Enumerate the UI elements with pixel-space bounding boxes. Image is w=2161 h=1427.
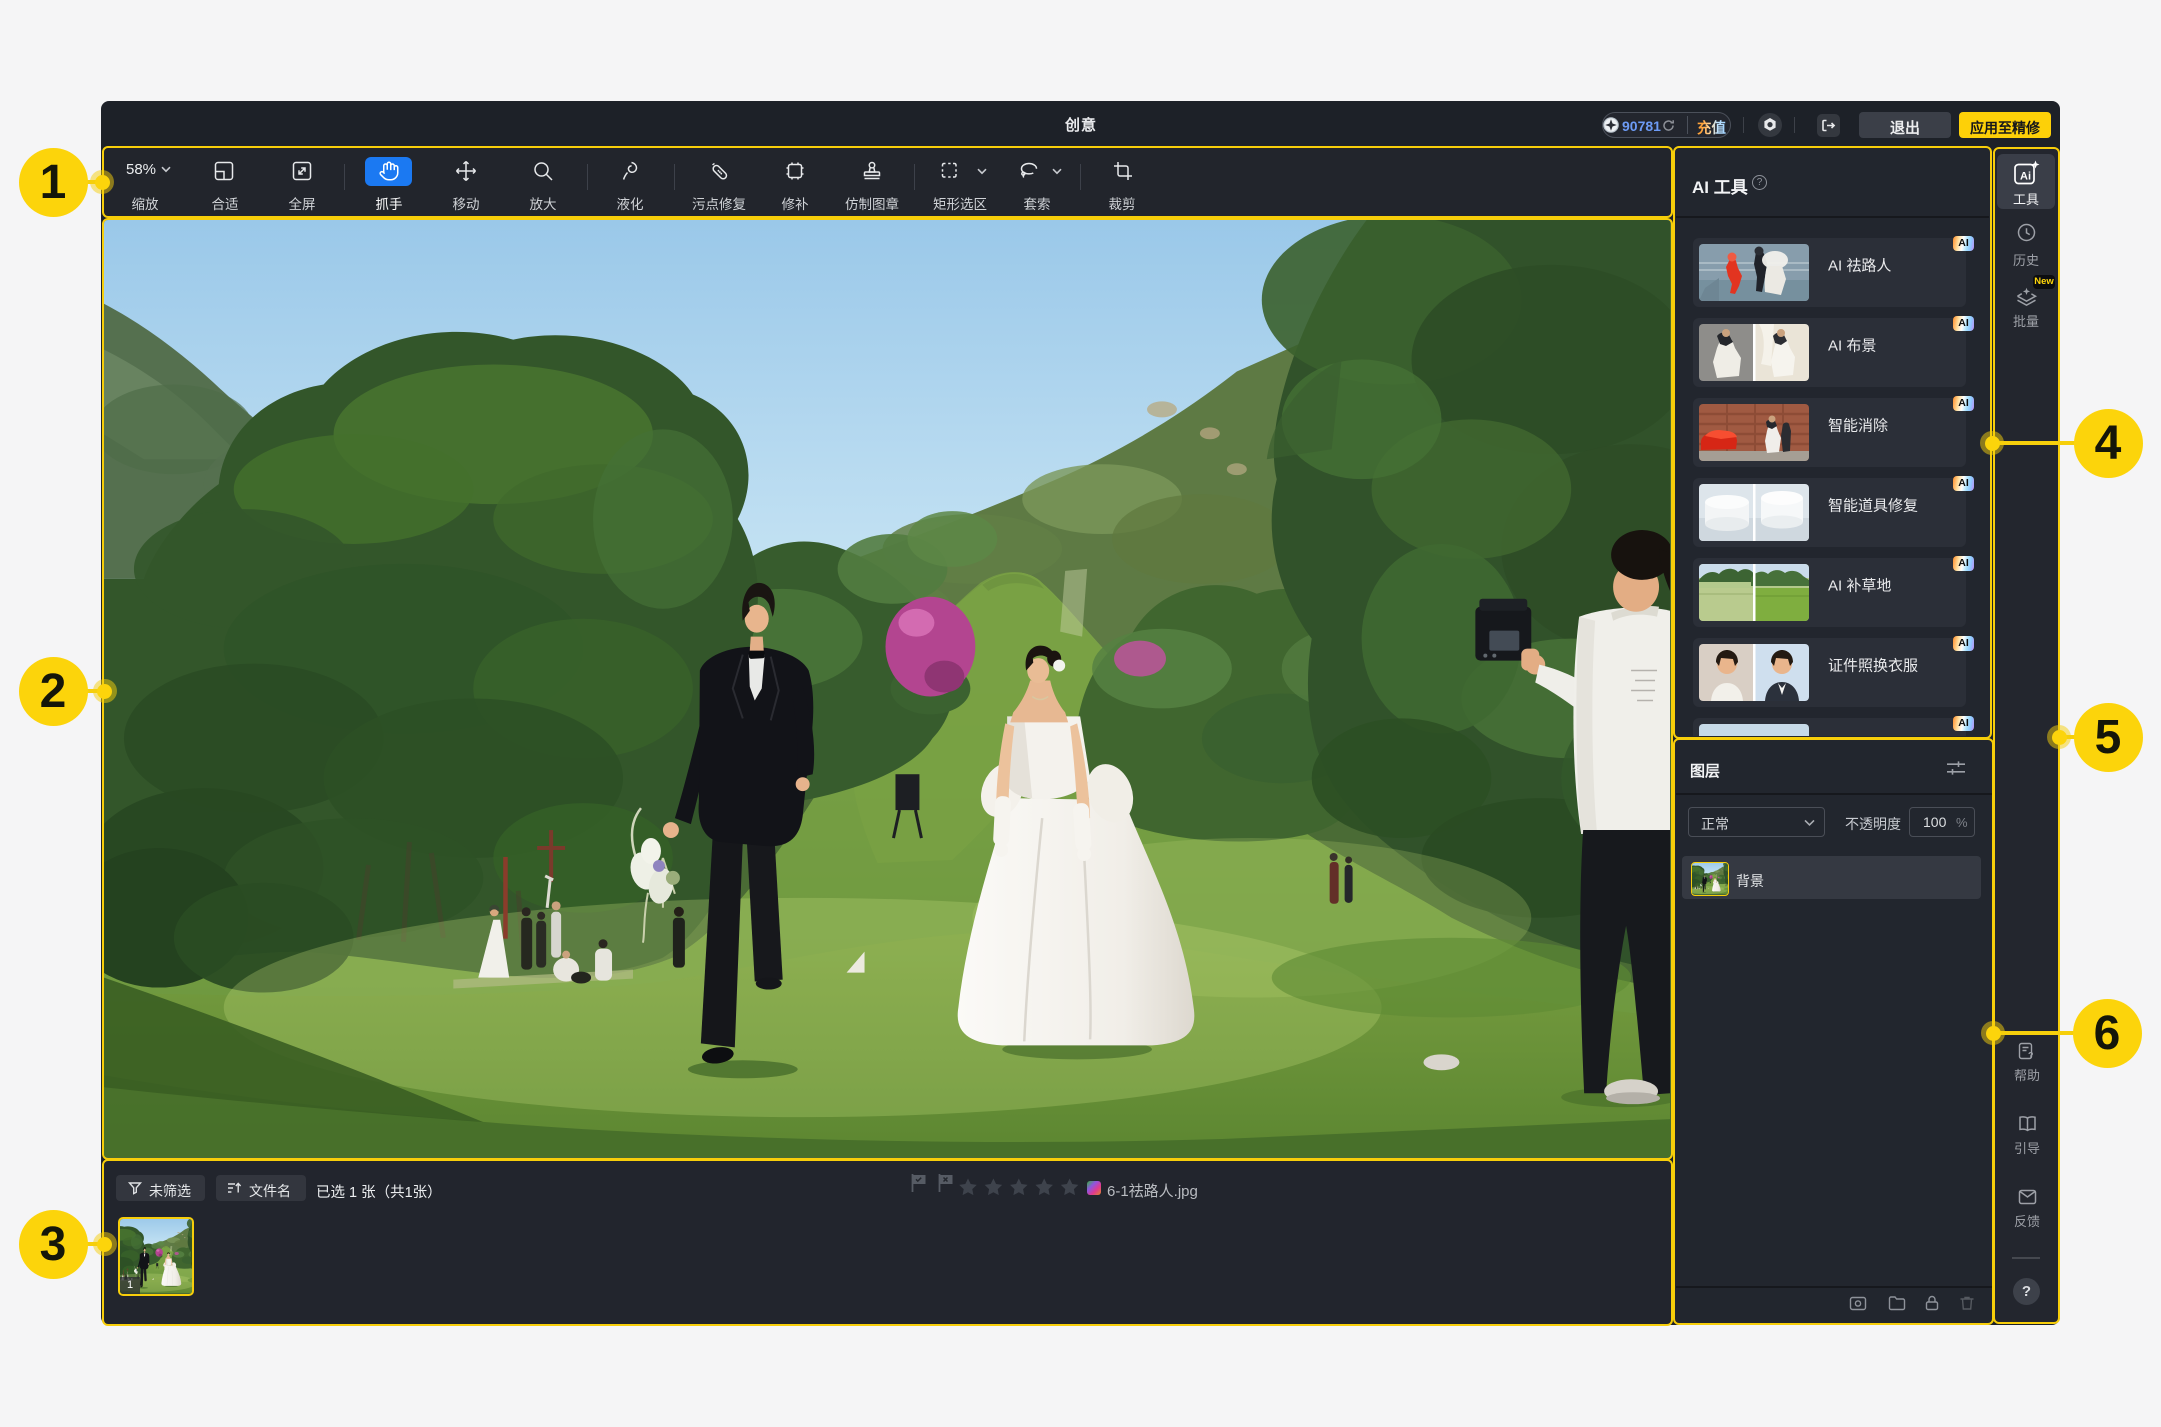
- svg-text:Ai: Ai: [2020, 171, 2031, 183]
- svg-text:?: ?: [2028, 1051, 2034, 1061]
